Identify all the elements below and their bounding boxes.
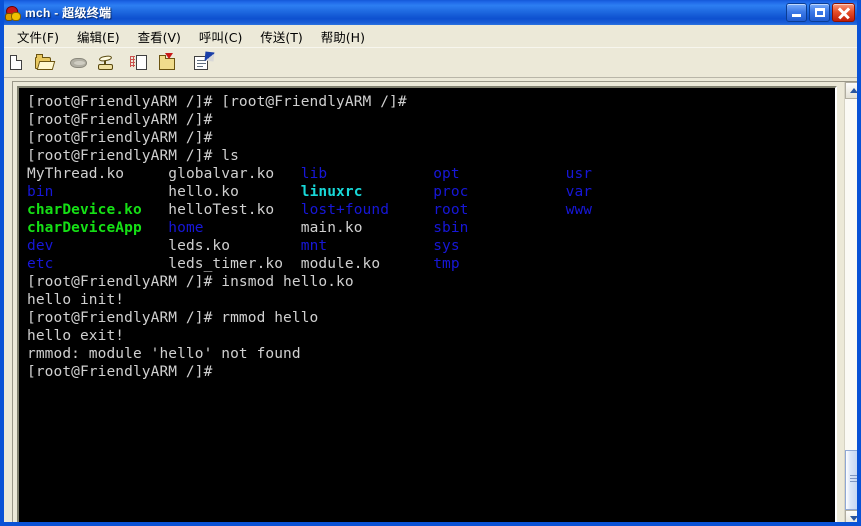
- terminal-text: linuxrc: [300, 184, 434, 200]
- toolbar: [4, 47, 857, 78]
- pen-icon: [204, 51, 215, 61]
- terminal-line: etc leds_timer.ko module.ko tmp: [27, 255, 835, 273]
- menu-item-file[interactable]: 文件(F): [8, 25, 68, 48]
- terminal-text: usr: [565, 166, 593, 182]
- terminal-text: [root@FriendlyARM /]# insmod hello.ko: [27, 274, 354, 290]
- disconnect-phone-icon: [70, 57, 87, 68]
- minimize-button[interactable]: [786, 3, 807, 22]
- terminal-line: rmmod: module 'hello' not found: [27, 345, 835, 363]
- terminal-text: charDeviceApp: [27, 220, 169, 236]
- terminal-text: leds_timer.ko: [168, 256, 301, 272]
- terminal-text: home: [168, 220, 301, 236]
- terminal-text: rmmod: module 'hello' not found: [27, 346, 301, 362]
- terminal-text: lib: [300, 166, 434, 182]
- terminal-line: hello exit!: [27, 327, 835, 345]
- call-phone-icon: [98, 54, 113, 70]
- close-button[interactable]: [832, 3, 855, 22]
- terminal-text: helloTest.ko: [168, 202, 301, 218]
- terminal-text: etc: [27, 256, 169, 272]
- terminal-text: [root@FriendlyARM /]# ls: [27, 148, 239, 164]
- window-controls: [786, 3, 855, 22]
- scrollbar-track[interactable]: [845, 99, 857, 510]
- menu-bar: 文件(F) 编辑(E) 查看(V) 呼叫(C) 传送(T) 帮助(H): [4, 25, 857, 48]
- terminal-text: proc: [433, 184, 566, 200]
- terminal-line: [root@FriendlyARM /]# [root@FriendlyARM …: [27, 93, 835, 111]
- terminal-line: charDevice.ko helloTest.ko lost+found ro…: [27, 201, 835, 219]
- terminal-text: main.ko: [300, 220, 434, 236]
- disconnect-button[interactable]: [66, 51, 91, 75]
- terminal-line: [root@FriendlyARM /]# rmmod hello: [27, 309, 835, 327]
- scroll-up-button[interactable]: [845, 82, 857, 99]
- menu-item-view[interactable]: 查看(V): [129, 25, 190, 48]
- hyperterminal-icon: [4, 4, 21, 22]
- terminal-line: [root@FriendlyARM /]# ls: [27, 147, 835, 165]
- vertical-scrollbar[interactable]: [844, 82, 857, 522]
- terminal-line: [root@FriendlyARM /]#: [27, 363, 835, 381]
- scroll-down-button[interactable]: [845, 510, 857, 522]
- new-connection-button[interactable]: [4, 51, 29, 75]
- terminal-text: globalvar.ko: [168, 166, 301, 182]
- menu-item-transfer[interactable]: 传送(T): [251, 25, 311, 48]
- terminal-text: hello init!: [27, 292, 125, 308]
- terminal-line: MyThread.ko globalvar.ko lib opt usr: [27, 165, 835, 183]
- new-document-icon: [10, 54, 22, 70]
- call-button[interactable]: [93, 51, 118, 75]
- terminal-line: charDeviceApp home main.ko sbin: [27, 219, 835, 237]
- terminal-text: module.ko: [300, 256, 434, 272]
- terminal-text: var: [565, 184, 593, 200]
- client-area: [root@FriendlyARM /]# [root@FriendlyARM …: [12, 81, 857, 522]
- down-arrow-icon: [165, 52, 173, 59]
- terminal-text: leds.ko: [168, 238, 301, 254]
- terminal-text: dev: [27, 238, 169, 254]
- terminal-text: [root@FriendlyARM /]# rmmod hello: [27, 310, 319, 326]
- send-dots-icon: [130, 55, 135, 67]
- terminal-line: [root@FriendlyARM /]#: [27, 129, 835, 147]
- terminal-text: sys: [433, 238, 460, 254]
- scrollbar-thumb[interactable]: [845, 450, 857, 510]
- terminal-output[interactable]: [root@FriendlyARM /]# [root@FriendlyARM …: [19, 88, 835, 522]
- terminal-text: bin: [27, 184, 169, 200]
- terminal-line: [root@FriendlyARM /]# insmod hello.ko: [27, 273, 835, 291]
- title-bar[interactable]: mch - 超级终端: [4, 0, 857, 25]
- maximize-button[interactable]: [809, 3, 830, 22]
- send-file-button[interactable]: [128, 51, 153, 75]
- window-title: mch - 超级终端: [25, 6, 112, 20]
- terminal-line: [root@FriendlyARM /]#: [27, 111, 835, 129]
- open-folder-icon: [35, 53, 51, 69]
- terminal-text: mnt: [300, 238, 434, 254]
- menu-item-call[interactable]: 呼叫(C): [190, 25, 251, 48]
- terminal-line: dev leds.ko mnt sys: [27, 237, 835, 255]
- open-connection-button[interactable]: [31, 51, 56, 75]
- receive-file-button[interactable]: [155, 51, 180, 75]
- menu-item-edit[interactable]: 编辑(E): [68, 25, 129, 48]
- terminal-text: root: [433, 202, 566, 218]
- terminal-text: [root@FriendlyARM /]#: [27, 364, 213, 380]
- menu-item-help[interactable]: 帮助(H): [312, 25, 374, 48]
- terminal-text: MyThread.ko: [27, 166, 169, 182]
- receive-folder-icon: [159, 54, 175, 70]
- terminal-frame: [root@FriendlyARM /]# [root@FriendlyARM …: [17, 86, 837, 522]
- terminal-text: charDevice.ko: [27, 202, 169, 218]
- properties-button[interactable]: [190, 51, 215, 75]
- terminal-text: opt: [433, 166, 566, 182]
- terminal-text: hello exit!: [27, 328, 125, 344]
- terminal-text: [root@FriendlyARM /]# [root@FriendlyARM …: [27, 94, 407, 110]
- terminal-text: lost+found: [300, 202, 434, 218]
- terminal-text: www: [565, 202, 593, 218]
- terminal-text: [root@FriendlyARM /]#: [27, 130, 213, 146]
- terminal-text: [root@FriendlyARM /]#: [27, 112, 213, 128]
- terminal-line: hello init!: [27, 291, 835, 309]
- send-document-icon: [136, 54, 147, 70]
- terminal-line: bin hello.ko linuxrc proc var: [27, 183, 835, 201]
- terminal-text: hello.ko: [168, 184, 301, 200]
- hyperterminal-window: mch - 超级终端 文件(F) 编辑(E) 查看(V) 呼叫(C) 传送(T)…: [0, 0, 861, 526]
- terminal-text: tmp: [433, 256, 460, 272]
- terminal-text: sbin: [433, 220, 469, 236]
